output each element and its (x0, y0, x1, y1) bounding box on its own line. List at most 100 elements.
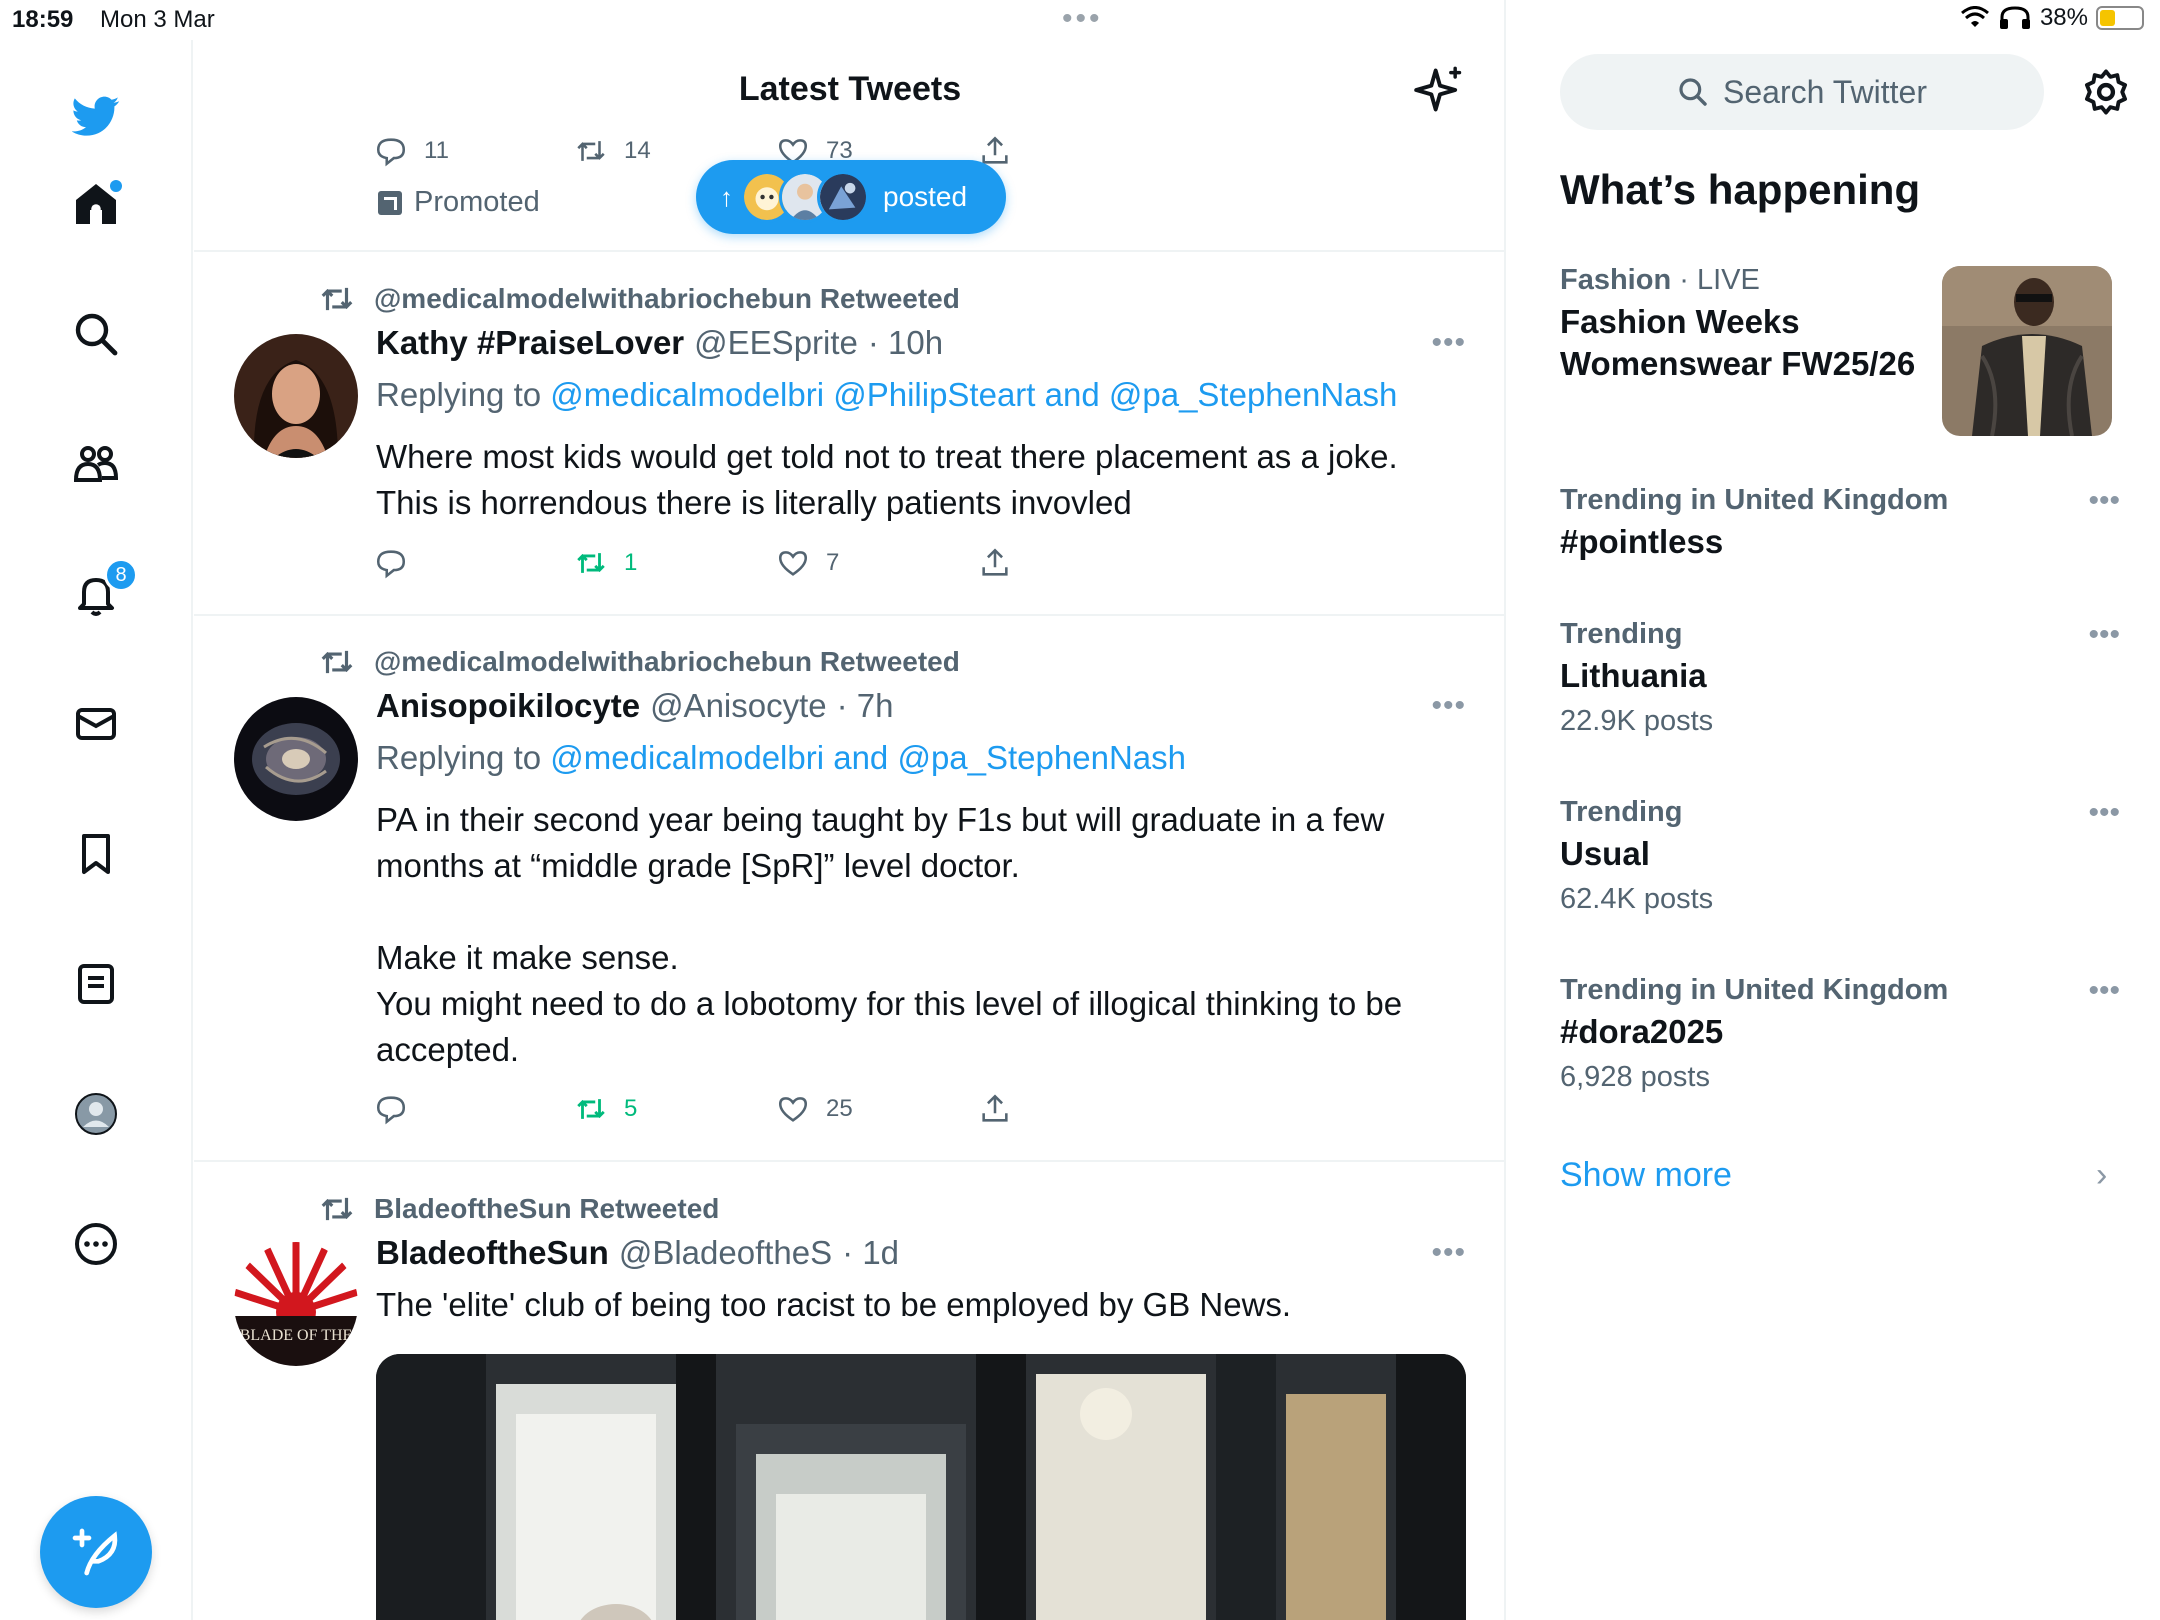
bookmark-icon[interactable] (68, 826, 124, 882)
trend-thumbnail[interactable] (1942, 266, 2112, 436)
replying-to-line: Replying to @medicalmodelbri and @pa_Ste… (376, 739, 1186, 777)
trend-category: Trending (1560, 618, 2120, 651)
retweet-button[interactable]: 1 (574, 546, 637, 580)
heart-icon (778, 1097, 808, 1122)
replying-to-users[interactable]: @medicalmodelbri @PhilipSteart and @pa_S… (550, 376, 1397, 413)
tweet-text: The 'elite' club of being too racist to … (376, 1286, 1292, 1323)
arrow-up-icon: ↑ (720, 181, 733, 212)
retweet-count: 1 (624, 549, 638, 576)
retweeted-by-text: @medicalmodelwithabriochebun Retweeted (374, 283, 960, 314)
compose-tweet-button[interactable] (40, 1496, 152, 1608)
trend-live-label: · LIVE (1671, 264, 1760, 296)
divider (194, 1160, 1504, 1162)
share-button[interactable] (978, 546, 1012, 580)
feather-plus-icon (72, 1528, 118, 1576)
chevron-right-icon[interactable]: › (2096, 1156, 2107, 1195)
avatar-logo-text: BLADE OF THE (240, 1327, 353, 1344)
trend-post-count: 62.4K posts (1560, 883, 1714, 915)
like-button[interactable]: 25 (776, 1092, 853, 1126)
mail-icon[interactable] (68, 696, 124, 752)
trend-category: Fashion · LIVE (1560, 264, 1940, 297)
more-icon[interactable] (68, 1216, 124, 1272)
right-sidebar: Search Twitter What’s happening Fashion … (1508, 0, 2160, 1620)
whats-happening-heading: What’s happening (1560, 166, 1921, 213)
retweet-button[interactable]: 5 (574, 1092, 637, 1126)
trend-more-icon[interactable]: ••• (2088, 974, 2120, 1008)
home-icon[interactable] (68, 176, 124, 232)
sparkle-icon[interactable] (1414, 64, 1466, 116)
tweet-author-name[interactable]: Kathy #PraiseLover (376, 324, 684, 362)
home-unread-dot (110, 180, 122, 192)
gear-icon[interactable] (2080, 66, 2132, 118)
divider (194, 614, 1504, 616)
twitter-logo-icon[interactable] (68, 88, 124, 144)
avatar (817, 171, 869, 223)
tweet-author-handle[interactable]: @EESprite (694, 324, 858, 362)
status-time: 18:59 (12, 6, 74, 33)
reply-icon (376, 550, 406, 579)
avatar[interactable]: BLADE OF THE (234, 1242, 358, 1366)
tweet-more-icon[interactable]: ••• (1431, 1236, 1466, 1270)
search-input[interactable]: Search Twitter (1560, 54, 2044, 130)
tweet-author-name[interactable]: Anisopoikilocyte (376, 687, 640, 725)
tweet-header: BladeoftheSun @BladeoftheS · 1d (376, 1234, 899, 1272)
timeline-header: Latest Tweets (194, 50, 1504, 130)
page-title: Latest Tweets (738, 70, 962, 108)
reply-icon (376, 138, 406, 167)
tweet-author-handle[interactable]: @BladeoftheS (619, 1234, 832, 1272)
tweet-media-image[interactable] (376, 1354, 1466, 1620)
reply-button[interactable] (374, 1092, 408, 1126)
tweet-time[interactable]: · 7h (837, 687, 894, 725)
bell-icon[interactable]: 8 (68, 558, 138, 622)
trend-item[interactable]: Fashion · LIVE Fashion Weeks Womenswear … (1560, 264, 1940, 385)
tweet-author-handle[interactable]: @Anisocyte (650, 687, 827, 725)
retweeted-by-text: BladeoftheSun Retweeted (374, 1193, 720, 1224)
retweet-count: 14 (624, 137, 651, 164)
trend-item[interactable]: Trending in United Kingdom #dora2025 6,9… (1560, 974, 2120, 1094)
tweet-more-icon[interactable]: ••• (1431, 326, 1466, 360)
retweet-icon (321, 287, 353, 311)
tweet-author-name[interactable]: BladeoftheSun (376, 1234, 609, 1272)
tweet-more-icon[interactable]: ••• (1431, 689, 1466, 723)
new-posts-pill[interactable]: ↑ posted (696, 160, 1006, 234)
communities-icon[interactable] (68, 436, 124, 492)
retweet-icon (577, 141, 605, 161)
tweet-text: Where most kids would get told not to tr… (376, 438, 1398, 521)
trend-category: Trending in United Kingdom (1560, 484, 2120, 517)
share-button[interactable] (978, 1092, 1012, 1126)
trend-title: #pointless (1560, 523, 1724, 560)
replying-to-users[interactable]: @medicalmodelbri and @pa_StephenNash (550, 739, 1186, 776)
trend-item[interactable]: Trending Lithuania 22.9K posts ••• (1560, 618, 2120, 738)
fashion-photo (1942, 266, 2112, 436)
replying-to-label: Replying to (376, 739, 542, 776)
tweet-time[interactable]: · 1d (842, 1234, 899, 1272)
left-navigation: 8 (0, 40, 193, 1620)
notifications-badge: 8 (104, 558, 138, 592)
trend-item[interactable]: Trending Usual 62.4K posts ••• (1560, 796, 2120, 916)
trend-title: Fashion Weeks Womenswear FW25/26 (1560, 303, 1916, 382)
trend-more-icon[interactable]: ••• (2088, 618, 2120, 652)
lists-icon[interactable] (68, 956, 124, 1012)
trend-title: #dora2025 (1560, 1013, 1724, 1050)
retweeted-by-line: @medicalmodelwithabriochebun Retweeted (318, 643, 960, 681)
profile-avatar[interactable] (68, 1086, 124, 1142)
search-icon[interactable] (68, 306, 124, 362)
retweeted-by-text: @medicalmodelwithabriochebun Retweeted (374, 646, 960, 677)
trend-title: Usual (1560, 835, 1650, 872)
reply-button[interactable] (374, 546, 408, 580)
like-button[interactable]: 7 (776, 546, 839, 580)
retweet-button[interactable]: 14 (574, 134, 651, 168)
divider (194, 250, 1504, 252)
like-count: 25 (826, 1095, 853, 1122)
avatar[interactable] (234, 334, 358, 458)
trend-item[interactable]: Trending in United Kingdom #pointless ••… (1560, 484, 2120, 563)
trend-more-icon[interactable]: ••• (2088, 796, 2120, 830)
tweet-time[interactable]: · 10h (868, 324, 943, 362)
trend-post-count: 6,928 posts (1560, 1061, 1710, 1093)
trend-category-name: Trending (1560, 796, 1683, 828)
retweeted-by-line: @medicalmodelwithabriochebun Retweeted (318, 280, 960, 318)
reply-button[interactable]: 11 (374, 134, 449, 168)
trend-more-icon[interactable]: ••• (2088, 484, 2120, 518)
avatar[interactable] (234, 697, 358, 821)
show-more-link[interactable]: Show more (1560, 1156, 1732, 1195)
